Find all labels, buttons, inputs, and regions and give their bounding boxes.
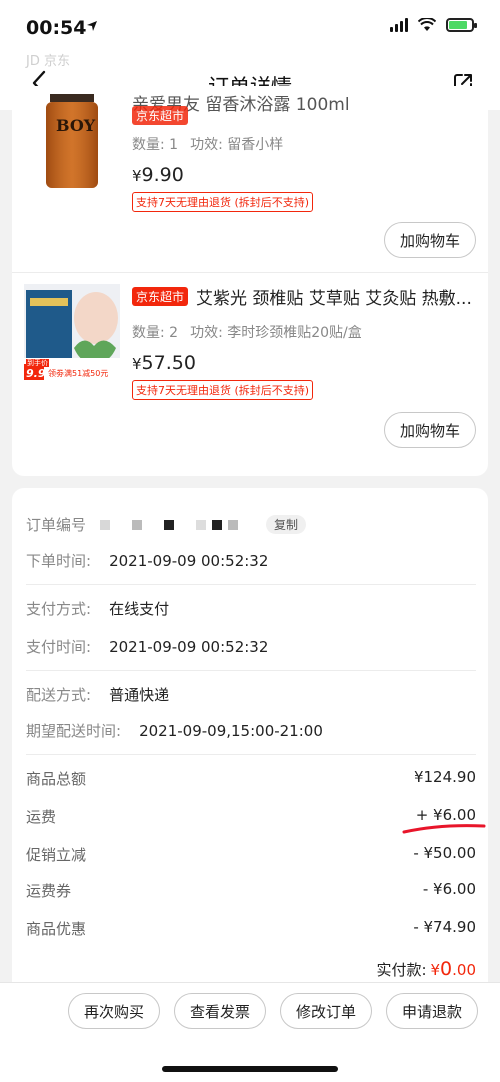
order-number-row: 订单编号 复制 <box>26 514 476 535</box>
payment-method: 在线支付 <box>109 600 170 618</box>
product-title-row: 京东超市 艾紫光 颈椎贴 艾草贴 艾灸贴 热敷... <box>132 284 474 309</box>
amount-row-promotion: 促销立减 - ¥50.00 <box>26 844 476 864</box>
order-number-label: 订单编号 <box>26 516 87 534</box>
product-image: BOY <box>24 94 120 190</box>
product-quantity: 数量: 2 <box>132 325 179 341</box>
divider <box>12 272 488 273</box>
product-image: 到手价 9.9 领劵满51减50元 <box>24 284 120 380</box>
final-payment-label: 实付款: <box>376 961 427 979</box>
jd-supermarket-tag: 京东超市 <box>132 106 189 125</box>
order-info-card: 订单编号 复制 下单时间: 2021-09-09 00:52:32 支付方式: … <box>12 488 488 982</box>
product-title: 艾紫光 颈椎贴 艾草贴 艾灸贴 热敷... <box>196 289 472 309</box>
add-to-cart-button[interactable]: 加购物车 <box>384 222 476 258</box>
payment-time: 2021-09-09 00:52:32 <box>109 637 269 656</box>
payment-method-row: 支付方式: 在线支付 <box>26 600 170 618</box>
return-policy-tag: 支持7天无理由退货 (拆封后不支持) <box>132 192 314 212</box>
expected-delivery: 2021-09-09,15:00-21:00 <box>139 721 323 740</box>
status-time: 00:54 <box>26 17 87 39</box>
order-time-row: 下单时间: 2021-09-09 00:52:32 <box>26 551 269 571</box>
amount-row-goods-total: 商品总额 ¥124.90 <box>26 768 476 788</box>
product-effect: 功效: 留香小样 <box>190 137 284 153</box>
product-item[interactable]: BOY 亲爱男友 留香沐浴露 100ml 数量: 1 功效: 留香小样 ¥9.90… <box>12 86 488 258</box>
view-invoice-button[interactable]: 查看发票 <box>174 993 266 1029</box>
wifi-icon <box>418 18 436 31</box>
product-meta: 数量: 2 功效: 李时珍颈椎贴20贴/盒 <box>132 322 362 342</box>
buy-again-button[interactable]: 再次购买 <box>68 993 160 1029</box>
product-price: ¥57.50 <box>132 352 196 374</box>
divider <box>26 754 476 755</box>
location-icon <box>87 21 97 31</box>
home-indicator <box>162 1066 338 1072</box>
add-to-cart-button[interactable]: 加购物车 <box>384 412 476 448</box>
product-effect: 功效: 李时珍颈椎贴20贴/盒 <box>190 325 362 341</box>
jd-supermarket-tag: 京东超市 <box>132 287 189 306</box>
amount-row-discount: 商品优惠 - ¥74.90 <box>26 918 476 938</box>
battery-icon <box>446 18 477 32</box>
jd-watermark: JD 京东 <box>26 54 70 69</box>
expected-delivery-row: 期望配送时间: 2021-09-09,15:00-21:00 <box>26 721 323 741</box>
product-meta: 数量: 1 功效: 留香小样 <box>132 134 283 154</box>
delivery-method-row: 配送方式: 普通快递 <box>26 686 170 704</box>
order-number-redacted <box>100 519 244 530</box>
copy-button[interactable]: 复制 <box>266 515 307 534</box>
modify-order-button[interactable]: 修改订单 <box>280 993 372 1029</box>
request-refund-button[interactable]: 申请退款 <box>386 993 478 1029</box>
divider <box>26 584 476 585</box>
payment-time-row: 支付时间: 2021-09-09 00:52:32 <box>26 637 269 657</box>
product-item[interactable]: 到手价 9.9 领劵满51减50元 京东超市 艾紫光 颈椎贴 艾草贴 艾灸贴 热… <box>12 284 488 454</box>
return-policy-tag: 支持7天无理由退货 (拆封后不支持) <box>132 380 314 400</box>
annotation-underline <box>402 824 486 834</box>
product-quantity: 数量: 1 <box>132 137 179 153</box>
status-bar: 00:54 <box>0 0 500 56</box>
order-time: 2021-09-09 00:52:32 <box>109 551 269 570</box>
signal-icon <box>390 18 408 32</box>
delivery-method: 普通快递 <box>109 686 170 704</box>
product-price: ¥9.90 <box>132 164 184 186</box>
amount-row-shipping-coupon: 运费券 - ¥6.00 <box>26 880 476 900</box>
final-payment-row: 实付款: ¥0.00 <box>376 958 476 980</box>
divider <box>26 670 476 671</box>
final-payment-value: ¥0.00 <box>430 958 477 980</box>
product-list-card: BOY 亲爱男友 留香沐浴露 100ml 数量: 1 功效: 留香小样 ¥9.90… <box>12 86 488 476</box>
status-icons <box>390 18 477 32</box>
